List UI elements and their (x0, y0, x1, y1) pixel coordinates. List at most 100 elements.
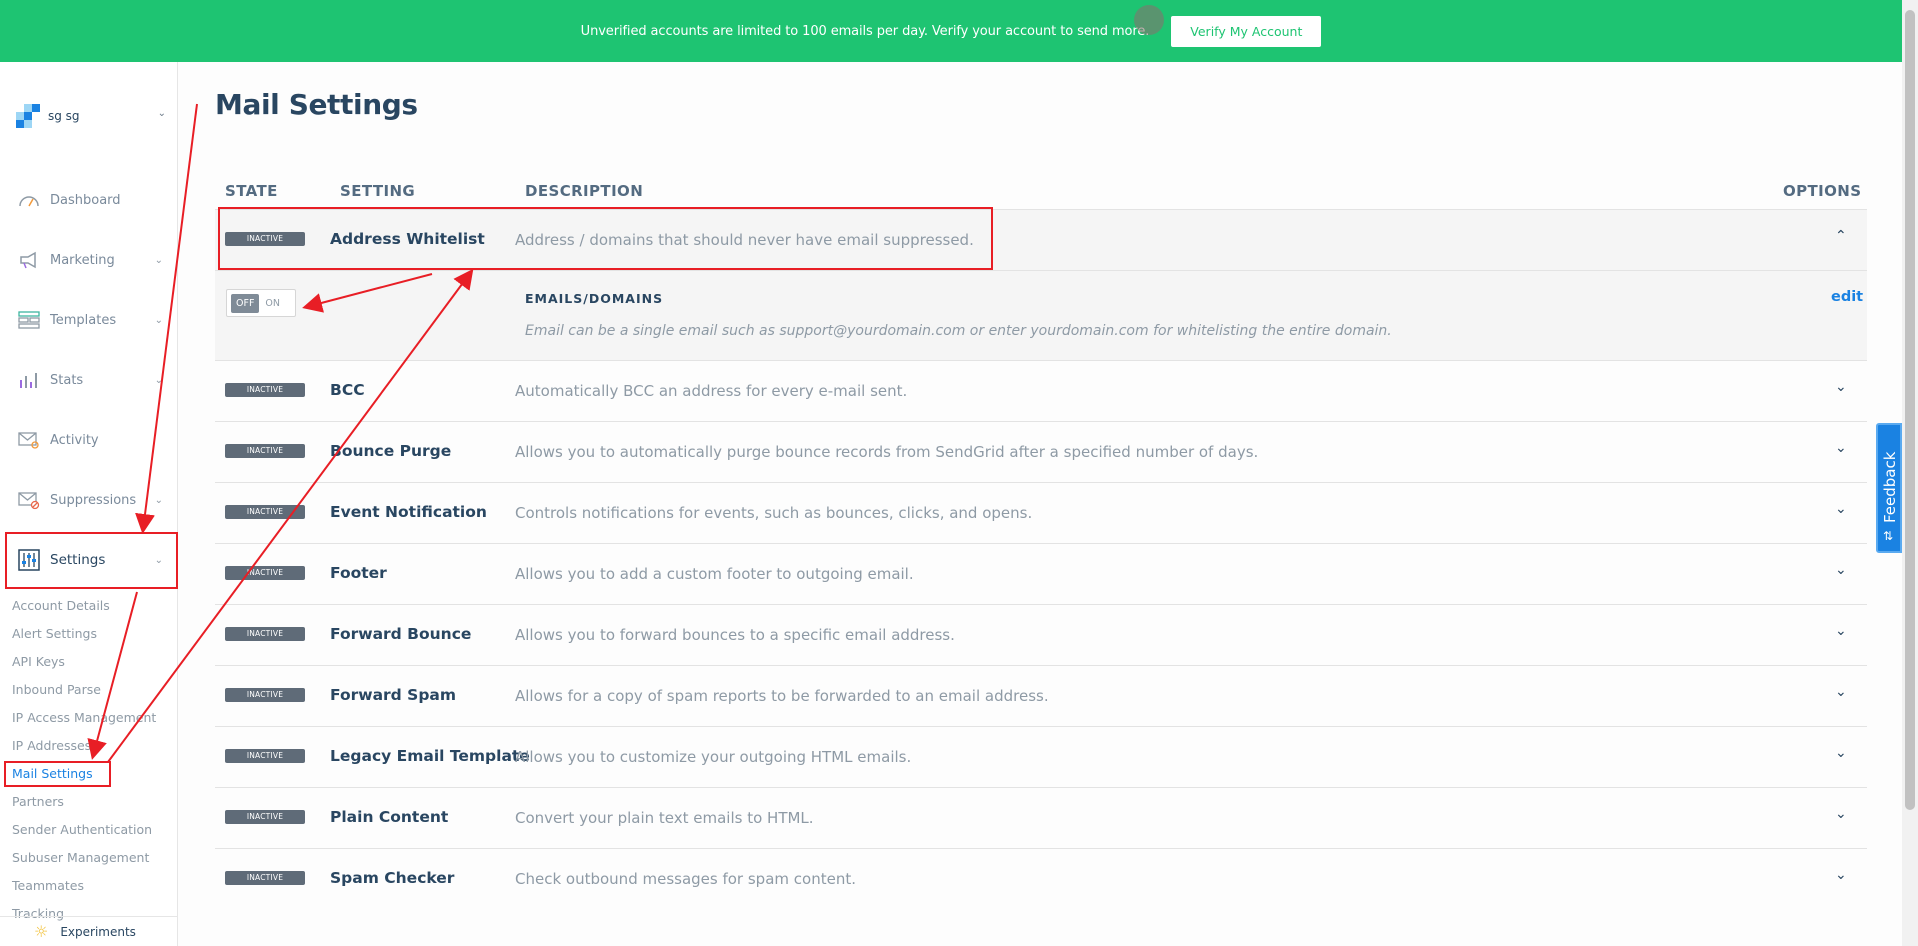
toggle-on[interactable]: ON (265, 298, 280, 309)
submenu-teammates[interactable]: Teammates (12, 872, 172, 900)
nav-label: Stats (50, 372, 84, 388)
sendgrid-logo-icon (16, 104, 40, 128)
nav-item-marketing[interactable]: Marketing ⌄ (0, 230, 177, 290)
chevron-down-icon: ⌄ (154, 374, 163, 386)
setting-description: Convert your plain text emails to HTML. (515, 809, 814, 827)
chevron-down-icon[interactable]: ⌄ (1835, 806, 1847, 822)
status-badge: INACTIVE (225, 566, 305, 580)
table-row-forward-spam[interactable]: INACTIVE Forward Spam Allows for a copy … (215, 666, 1867, 727)
status-badge: INACTIVE (225, 505, 305, 519)
feedback-tab[interactable]: Feedback ⇅ (1876, 423, 1902, 553)
setting-description: Automatically BCC an address for every e… (515, 382, 908, 400)
highlight-settings-nav (5, 532, 178, 589)
setting-name: Footer (330, 564, 387, 582)
submenu-subuser-management[interactable]: Subuser Management (12, 844, 172, 872)
status-badge: INACTIVE (225, 810, 305, 824)
verify-account-button[interactable]: Verify My Account (1171, 15, 1322, 47)
setting-description: Check outbound messages for spam content… (515, 870, 856, 888)
chevron-up-icon[interactable]: ⌃ (1835, 228, 1847, 244)
banner-text: Unverified accounts are limited to 100 e… (580, 23, 1150, 39)
chevron-down-icon: ⌄ (154, 494, 163, 506)
mail-settings-table: STATE SETTING DESCRIPTION OPTIONS INACTI… (215, 178, 1867, 910)
setting-name: Forward Bounce (330, 625, 472, 643)
templates-icon (18, 309, 40, 331)
setting-name: Forward Spam (330, 686, 457, 704)
status-badge: INACTIVE (225, 444, 305, 458)
stats-icon (18, 369, 40, 391)
nav-item-dashboard[interactable]: Dashboard (0, 170, 177, 230)
scrollbar-thumb[interactable] (1905, 10, 1915, 810)
table-row-forward-bounce[interactable]: INACTIVE Forward Bounce Allows you to fo… (215, 605, 1867, 666)
account-switcher[interactable]: sg sg ⌄ (16, 104, 166, 128)
setting-description: Controls notifications for events, such … (515, 504, 1033, 522)
page-scrollbar[interactable] (1902, 0, 1918, 946)
highlight-mail-settings (4, 761, 111, 787)
setting-name: Spam Checker (330, 869, 455, 887)
submenu-api-keys[interactable]: API Keys (12, 648, 172, 676)
nav-label: Marketing (50, 252, 115, 268)
chevron-down-icon[interactable]: ⌄ (1835, 867, 1847, 883)
table-row-footer[interactable]: INACTIVE Footer Allows you to add a cust… (215, 544, 1867, 605)
dashboard-icon (18, 189, 40, 211)
submenu-alert-settings[interactable]: Alert Settings (12, 620, 172, 648)
chevron-down-icon[interactable]: ⌄ (1835, 684, 1847, 700)
verification-banner: Unverified accounts are limited to 100 e… (0, 0, 1902, 62)
edit-link[interactable]: edit (1831, 289, 1863, 305)
sidebar-experiments[interactable]: ☼ Experiments (0, 916, 177, 946)
nav-item-activity[interactable]: Activity (0, 410, 177, 470)
chevron-down-icon: ⌄ (154, 314, 163, 326)
table-row-spam-checker[interactable]: INACTIVE Spam Checker Check outbound mes… (215, 849, 1867, 910)
sort-icon: ⇅ (1883, 529, 1894, 543)
chevron-down-icon: ⌄ (154, 254, 163, 266)
address-whitelist-detail: OFF ON EMAILS/DOMAINS Email can be a sin… (215, 271, 1867, 361)
highlight-address-whitelist (218, 207, 993, 270)
nav-label: Dashboard (50, 192, 121, 208)
setting-description: Allows you to forward bounces to a speci… (515, 626, 955, 644)
chevron-down-icon[interactable]: ⌄ (1835, 562, 1847, 578)
setting-name: Bounce Purge (330, 442, 452, 460)
setting-description: Allows you to customize your outgoing HT… (515, 748, 912, 766)
nav-item-suppressions[interactable]: Suppressions ⌄ (0, 470, 177, 530)
status-badge: INACTIVE (225, 627, 305, 641)
setting-name: BCC (330, 381, 365, 399)
sidebar: sg sg ⌄ Dashboard Marketing ⌄ Templates … (0, 62, 178, 946)
chevron-down-icon[interactable]: ⌄ (1835, 501, 1847, 517)
submenu-account-details[interactable]: Account Details (12, 592, 172, 620)
header-state: STATE (225, 182, 278, 200)
nav-label: Templates (50, 312, 117, 328)
table-row-legacy-email-template[interactable]: INACTIVE Legacy Email Template Allows yo… (215, 727, 1867, 788)
chevron-down-icon[interactable]: ⌄ (1835, 440, 1847, 456)
table-header: STATE SETTING DESCRIPTION OPTIONS (215, 178, 1867, 210)
header-description: DESCRIPTION (525, 182, 644, 200)
toggle-off[interactable]: OFF (231, 293, 260, 313)
chevron-down-icon[interactable]: ⌄ (1835, 745, 1847, 761)
submenu-sender-authentication[interactable]: Sender Authentication (12, 816, 172, 844)
nav-label: Suppressions (50, 492, 137, 508)
nav-label: Activity (50, 432, 99, 448)
account-name: sg sg (48, 109, 80, 123)
chevron-down-icon[interactable]: ⌄ (1835, 379, 1847, 395)
table-row-plain-content[interactable]: INACTIVE Plain Content Convert your plai… (215, 788, 1867, 849)
activity-icon (18, 429, 40, 451)
status-badge: INACTIVE (225, 688, 305, 702)
setting-name: Event Notification (330, 503, 487, 521)
header-setting: SETTING (340, 182, 416, 200)
submenu-ip-addresses[interactable]: IP Addresses (12, 732, 172, 760)
setting-name: Legacy Email Template (330, 747, 530, 765)
submenu-ip-access-management[interactable]: IP Access Management (12, 704, 172, 732)
status-badge: INACTIVE (225, 383, 305, 397)
nav-item-templates[interactable]: Templates ⌄ (0, 290, 177, 350)
page-title: Mail Settings (215, 88, 418, 121)
chevron-down-icon: ⌄ (157, 108, 166, 119)
chevron-down-icon[interactable]: ⌄ (1835, 623, 1847, 639)
submenu-inbound-parse[interactable]: Inbound Parse (12, 676, 172, 704)
nav-item-stats[interactable]: Stats ⌄ (0, 350, 177, 410)
table-row-event-notification[interactable]: INACTIVE Event Notification Controls not… (215, 483, 1867, 544)
setting-name: Plain Content (330, 808, 449, 826)
table-row-bcc[interactable]: INACTIVE BCC Automatically BCC an addres… (215, 361, 1867, 422)
whitelist-toggle[interactable]: OFF ON (226, 289, 296, 317)
table-row-bounce-purge[interactable]: INACTIVE Bounce Purge Allows you to auto… (215, 422, 1867, 483)
submenu-partners[interactable]: Partners (12, 788, 172, 816)
status-badge: INACTIVE (225, 749, 305, 763)
main-nav: Dashboard Marketing ⌄ Templates ⌄ Stats … (0, 170, 177, 590)
